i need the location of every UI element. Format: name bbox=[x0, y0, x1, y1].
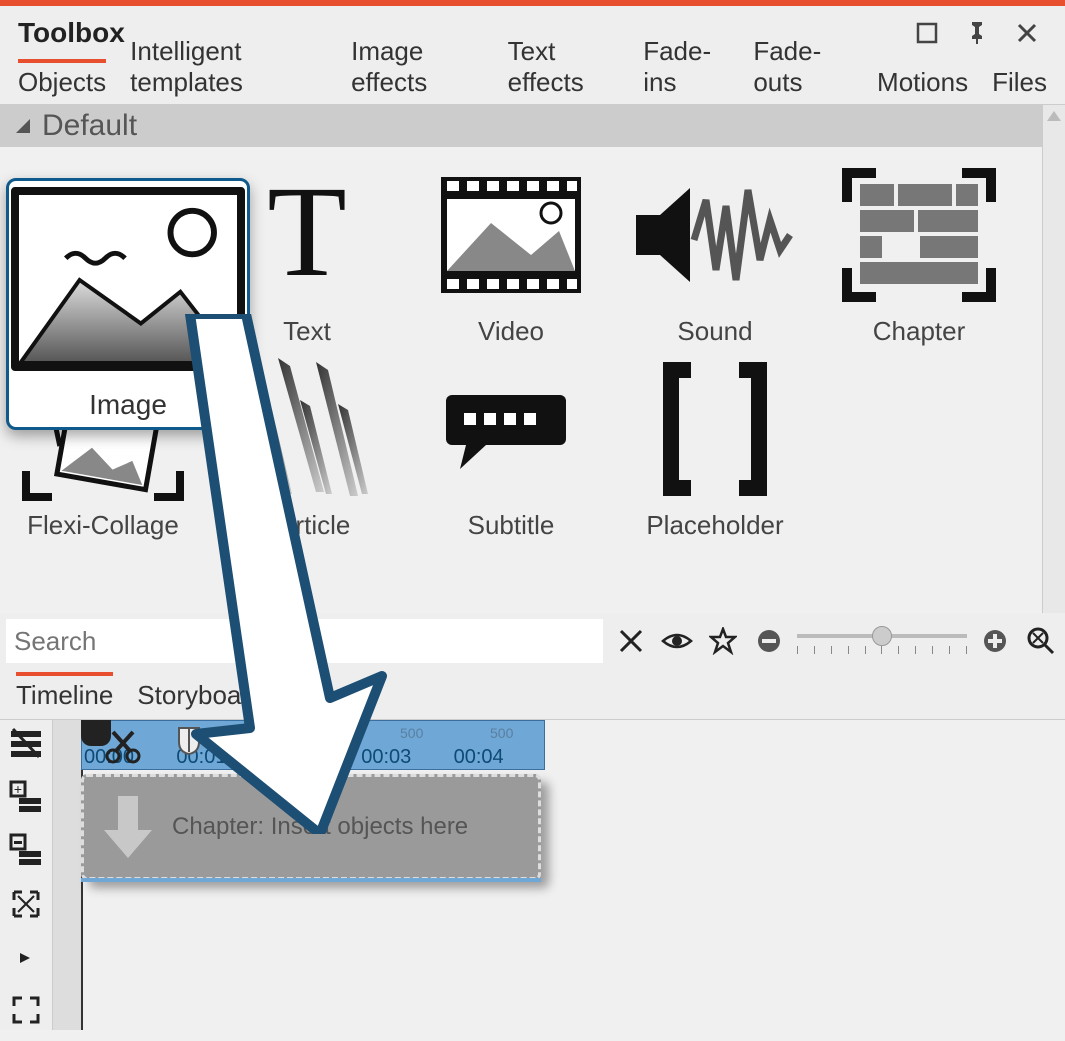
toolbox-window: Toolbox Objects Intelligent templates Im… bbox=[0, 0, 1065, 1041]
tab-fade-ins[interactable]: Fade-ins bbox=[643, 28, 729, 104]
timeline-toolbar: + bbox=[0, 720, 53, 1030]
scissors-icon bbox=[103, 726, 143, 766]
object-subtitle[interactable]: Subtitle bbox=[416, 351, 606, 541]
object-sound[interactable]: Sound bbox=[620, 157, 810, 347]
add-track-icon: + bbox=[9, 780, 43, 814]
object-label: Text bbox=[283, 316, 331, 347]
ruler-selection[interactable]: 00:00 00:01 00:02 00:03 00:04 500 500 bbox=[81, 720, 545, 770]
zoom-reset-button[interactable] bbox=[1023, 623, 1059, 659]
magnify-reset-icon bbox=[1026, 626, 1056, 656]
tab-objects[interactable]: Objects bbox=[18, 59, 106, 104]
add-track-button[interactable]: + bbox=[6, 777, 46, 816]
pin-icon bbox=[966, 20, 988, 46]
placeholder-icon bbox=[630, 351, 800, 506]
tab-files[interactable]: Files bbox=[992, 59, 1047, 104]
fit-button[interactable] bbox=[6, 884, 46, 923]
track-gutter bbox=[53, 720, 83, 1030]
play-icon bbox=[18, 951, 34, 963]
collapse-icon bbox=[14, 117, 32, 135]
vertical-scrollbar[interactable] bbox=[1042, 105, 1065, 613]
ruler-sub: 500 bbox=[490, 725, 513, 741]
remove-track-button[interactable] bbox=[6, 831, 46, 870]
minus-icon bbox=[756, 628, 782, 654]
square-icon bbox=[916, 22, 938, 44]
shield-icon bbox=[175, 726, 203, 756]
close-icon bbox=[618, 628, 644, 654]
clear-search-button[interactable] bbox=[613, 623, 649, 659]
object-label: Image bbox=[89, 389, 167, 421]
zoom-in-button[interactable] bbox=[977, 623, 1013, 659]
svg-text:T: T bbox=[267, 175, 346, 295]
plus-icon bbox=[982, 628, 1008, 654]
object-placeholder[interactable]: Placeholder bbox=[620, 351, 810, 541]
time-marker: 00:04 bbox=[452, 746, 544, 769]
remove-track-icon bbox=[9, 833, 43, 867]
marker-button[interactable] bbox=[175, 726, 205, 756]
chapter-drop-zone[interactable]: Chapter: Insert objects here bbox=[81, 774, 541, 880]
object-label: Placeholder bbox=[646, 510, 783, 541]
play-menu-button[interactable] bbox=[6, 937, 46, 976]
object-video[interactable]: Video bbox=[416, 157, 606, 347]
timeline-area: + 00:00 00:01 00:02 00:03 00:04 500 500 bbox=[0, 720, 1065, 1030]
tab-storyboard[interactable]: Storyboard bbox=[137, 672, 264, 719]
drop-zone-label: Chapter: Insert objects here bbox=[172, 813, 468, 841]
bottom-tabs: Timeline Storyboard bbox=[0, 669, 1065, 720]
search-input[interactable] bbox=[6, 619, 603, 663]
tab-text-effects[interactable]: Text effects bbox=[508, 28, 620, 104]
close-button[interactable] bbox=[1007, 13, 1047, 53]
favorite-toggle[interactable] bbox=[705, 623, 741, 659]
tab-image-effects[interactable]: Image effects bbox=[351, 28, 484, 104]
image-icon bbox=[11, 187, 245, 371]
tab-intelligent-templates[interactable]: Intelligent templates bbox=[130, 28, 327, 104]
sound-icon bbox=[630, 157, 800, 312]
object-label: Subtitle bbox=[468, 510, 555, 541]
object-image[interactable]: Image bbox=[6, 178, 250, 430]
star-icon bbox=[709, 627, 737, 655]
object-chapter[interactable]: Chapter bbox=[824, 157, 1014, 347]
expand-button[interactable] bbox=[6, 991, 46, 1030]
chapter-track-edge bbox=[81, 878, 541, 882]
search-row bbox=[0, 613, 1065, 669]
close-icon bbox=[1016, 22, 1038, 44]
pin-button[interactable] bbox=[957, 13, 997, 53]
time-marker: 00:02 bbox=[267, 746, 359, 769]
object-label: Flexi-Collage bbox=[27, 510, 179, 541]
ruler-sub: 500 bbox=[400, 725, 423, 741]
zoom-out-button[interactable] bbox=[751, 623, 787, 659]
object-label: Particle bbox=[264, 510, 351, 541]
svg-text:+: + bbox=[14, 781, 22, 797]
object-label: Chapter bbox=[873, 316, 966, 347]
down-arrow-icon bbox=[98, 792, 158, 862]
fit-icon bbox=[10, 888, 42, 920]
tracks-icon bbox=[9, 727, 43, 761]
toolbox-tabs: Objects Intelligent templates Image effe… bbox=[0, 60, 1065, 105]
time-ruler[interactable]: 00:00 00:01 00:02 00:03 00:04 500 500 bbox=[81, 720, 1065, 770]
object-label: Video bbox=[478, 316, 544, 347]
subtitle-icon bbox=[426, 351, 596, 506]
expand-icon bbox=[10, 994, 42, 1026]
preview-toggle[interactable] bbox=[659, 623, 695, 659]
time-marker: 00:03 bbox=[359, 746, 451, 769]
maximize-button[interactable] bbox=[907, 13, 947, 53]
video-icon bbox=[426, 157, 596, 312]
section-title: Default bbox=[42, 109, 137, 143]
tracks-button[interactable] bbox=[6, 724, 46, 763]
tab-timeline[interactable]: Timeline bbox=[16, 672, 113, 719]
tab-motions[interactable]: Motions bbox=[877, 59, 968, 104]
section-header[interactable]: Default bbox=[0, 105, 1042, 147]
cut-button[interactable] bbox=[103, 726, 143, 766]
timeline-pane[interactable]: 00:00 00:01 00:02 00:03 00:04 500 500 Ch… bbox=[53, 720, 1065, 1030]
object-label: Sound bbox=[677, 316, 752, 347]
chapter-icon bbox=[834, 157, 1004, 312]
zoom-slider[interactable] bbox=[797, 626, 967, 656]
tab-fade-outs[interactable]: Fade-outs bbox=[753, 28, 853, 104]
eye-icon bbox=[661, 629, 693, 653]
